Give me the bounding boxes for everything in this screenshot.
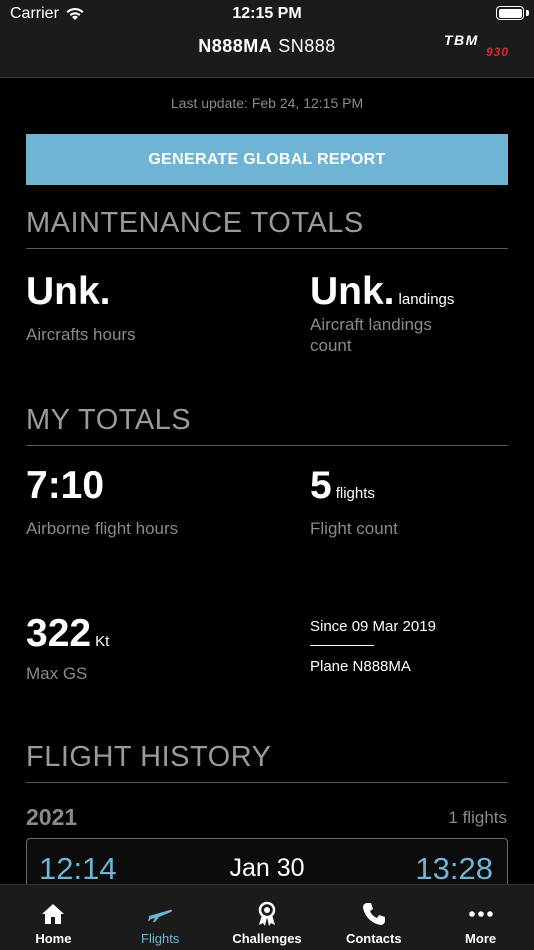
tab-flights[interactable]: Flights bbox=[107, 885, 214, 950]
aircraft-landings-caption: Aircraft landings count bbox=[310, 315, 432, 355]
history-year-count: 1 flights bbox=[448, 808, 507, 827]
my-totals-title: MY TOTALS bbox=[26, 404, 508, 446]
top-bar: Carrier 12:15 PM N888MA SN888 TBM 930 bbox=[0, 0, 534, 78]
max-gs-value: 322 Kt bbox=[26, 612, 110, 655]
tab-more-label: More bbox=[465, 931, 497, 946]
aircraft-hours-caption: Aircrafts hours bbox=[26, 325, 136, 344]
tbm-logo-sub: 930 bbox=[486, 45, 509, 58]
tbm-logo-text: TBM bbox=[444, 32, 479, 48]
plane-icon bbox=[148, 909, 173, 922]
aircraft-serial: SN888 bbox=[278, 36, 336, 56]
flight-arrival-time: 13:28 bbox=[415, 851, 493, 886]
status-time: 12:15 PM bbox=[232, 5, 302, 22]
history-year: 2021 bbox=[26, 804, 78, 830]
home-icon bbox=[42, 904, 65, 924]
tab-contacts-label: Contacts bbox=[345, 931, 402, 946]
tab-bar: Home Flights Challenges Contacts More bbox=[0, 884, 534, 950]
tab-contacts[interactable]: Contacts bbox=[320, 885, 427, 950]
since-divider bbox=[310, 645, 374, 646]
tab-challenges-label: Challenges bbox=[232, 931, 302, 946]
flight-count-caption: Flight count bbox=[310, 519, 398, 538]
flight-history-title: FLIGHT HISTORY bbox=[26, 741, 508, 783]
aircraft-hours-value: Unk. bbox=[26, 270, 111, 313]
max-gs-unit: Kt bbox=[95, 633, 110, 650]
flights-unit: flights bbox=[335, 485, 375, 502]
more-dots-icon bbox=[468, 911, 493, 917]
phone-icon bbox=[362, 903, 385, 925]
landings-unit: landings bbox=[398, 291, 455, 308]
generate-global-report-button[interactable]: GENERATE GLOBAL REPORT bbox=[26, 134, 508, 185]
aircraft-registration: N888MA bbox=[198, 36, 273, 56]
max-gs-caption: Max GS bbox=[26, 664, 88, 683]
since-date: Since 09 Mar 2019 bbox=[310, 618, 436, 635]
airborne-hours-value: 7:10 bbox=[26, 464, 105, 507]
tab-more[interactable]: More bbox=[427, 885, 534, 950]
flight-count-value: 5 flights bbox=[310, 464, 375, 507]
battery-icon bbox=[496, 6, 524, 20]
plane-registration: Plane N888MA bbox=[310, 658, 411, 675]
tab-challenges[interactable]: Challenges bbox=[214, 885, 321, 950]
medal-icon bbox=[258, 901, 276, 926]
aircraft-landings-value: Unk. landings bbox=[310, 270, 455, 313]
maintenance-totals-title: MAINTENANCE TOTALS bbox=[26, 207, 508, 249]
battery-tip bbox=[526, 10, 529, 16]
tab-home[interactable]: Home bbox=[0, 885, 107, 950]
last-update-text: Last update: Feb 24, 12:15 PM bbox=[170, 95, 364, 111]
tab-home-label: Home bbox=[35, 931, 72, 946]
tab-flights-label: Flights bbox=[141, 931, 180, 946]
tbm-logo: TBM 930 bbox=[444, 32, 509, 58]
airborne-hours-caption: Airborne flight hours bbox=[26, 519, 179, 538]
